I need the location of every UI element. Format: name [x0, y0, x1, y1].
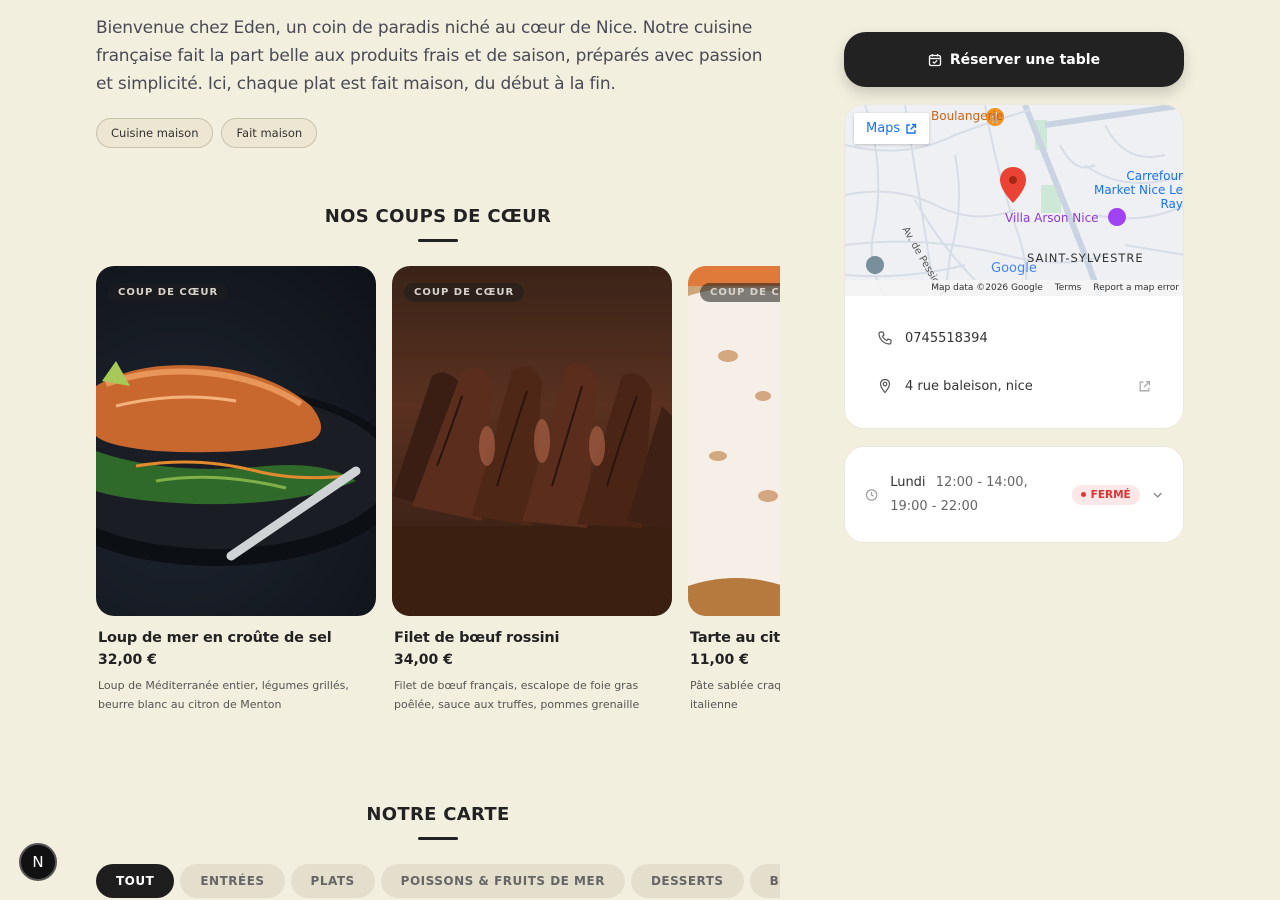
dish-name: Filet de bœuf rossini — [394, 630, 560, 646]
dish-card-tarte[interactable]: COUP DE CŒUR Tarte au citron 11,00 € Pât… — [688, 266, 780, 714]
dish-image-tarte: COUP DE CŒUR — [688, 266, 780, 616]
sidebar: Réserver une table 🍴 Maps Boulangerie Ca… — [844, 32, 1184, 543]
tag-cuisine-maison: Cuisine maison — [96, 118, 214, 148]
open-in-maps-button[interactable]: Maps — [854, 113, 930, 144]
carte-title-rule — [418, 837, 458, 840]
filter-tout[interactable]: TOUT — [96, 864, 175, 898]
map-label-carrefour: Carrefour Market Nice Le Ray — [1093, 169, 1183, 211]
favorite-badge: COUP DE CŒUR — [700, 283, 780, 302]
clock-icon — [865, 488, 878, 501]
dish-price: 32,00 € — [98, 652, 157, 668]
address-row[interactable]: 4 rue baleison, nice — [845, 362, 1183, 410]
address-text: 4 rue baleison, nice — [905, 378, 1033, 394]
dish-image-filet: COUP DE CŒUR — [392, 266, 672, 616]
intro-text: Bienvenue chez Eden, un coin de paradis … — [96, 18, 763, 94]
dish-image-loup: COUP DE CŒUR — [96, 266, 376, 616]
dish-price: 34,00 € — [394, 652, 453, 668]
carte-title: NOTRE CARTE — [366, 804, 510, 825]
dish-name: Tarte au citron — [690, 630, 780, 646]
tag-list: Cuisine maison Fait maison — [96, 118, 780, 148]
dish-card-filet[interactable]: COUP DE CŒUR Filet de bœuf rossini 34,00… — [392, 266, 672, 714]
map-embed[interactable]: 🍴 Maps Boulangerie Carrefour Market Nice… — [845, 105, 1183, 296]
reserve-label: Réserver une table — [949, 51, 1101, 68]
map-report-link[interactable]: Report a map error — [1093, 283, 1179, 293]
filter-plats[interactable]: PLATS — [290, 864, 375, 898]
favorite-badge: COUP DE CŒUR — [404, 283, 525, 302]
favorites-carousel[interactable]: COUP DE CŒUR Loup de mer en croûte de se… — [96, 266, 780, 736]
map-label-villa-arson: Villa Arson Nice — [1005, 211, 1099, 225]
dish-price: 11,00 € — [690, 652, 749, 668]
map-terms-link[interactable]: Terms — [1055, 283, 1082, 293]
calendar-icon — [928, 53, 942, 66]
map-footer: Map data ©2026 Google Terms Report a map… — [845, 280, 1183, 296]
favorites-title: NOS COUPS DE CŒUR — [324, 206, 552, 227]
opening-hours-card[interactable]: Lundi 12:00 - 14:00, 19:00 - 22:00 FERMÉ — [844, 446, 1184, 543]
map-label-bakery: Boulangerie — [931, 109, 1004, 123]
location-pin-icon — [879, 378, 891, 394]
dish-name: Loup de mer en croûte de sel — [98, 630, 332, 646]
hours-text: Lundi 12:00 - 14:00, 19:00 - 22:00 — [890, 471, 1059, 519]
dish-card-loup[interactable]: COUP DE CŒUR Loup de mer en croûte de se… — [96, 266, 376, 714]
dish-description: Filet de bœuf français, escalope de foie… — [394, 679, 640, 711]
hours-day: Lundi — [890, 474, 926, 490]
dish-description: Loup de Méditerranée entier, légumes gri… — [98, 679, 349, 711]
favorites-header: NOS COUPS DE CŒUR — [96, 206, 780, 242]
carte-header: NOTRE CARTE — [96, 804, 780, 840]
tag-fait-maison: Fait maison — [221, 118, 318, 148]
filter-boissons[interactable]: BOISSONS — [749, 864, 780, 898]
map-data-credit: Map data ©2026 Google — [931, 283, 1043, 293]
phone-row[interactable]: 0745518394 — [845, 314, 1183, 362]
phone-number: 0745518394 — [905, 330, 988, 346]
favorite-badge: COUP DE CŒUR — [108, 283, 229, 302]
google-logo: Google — [991, 261, 1037, 276]
phone-icon — [878, 331, 892, 345]
filter-poissons[interactable]: POISSONS & FRUITS DE MER — [380, 864, 625, 898]
main-content: Bienvenue chez Eden, un coin de paradis … — [96, 0, 780, 900]
tarte-illustration — [688, 266, 780, 616]
external-link-icon — [906, 123, 917, 134]
chevron-down-icon[interactable] — [1152, 489, 1163, 501]
filter-desserts[interactable]: DESSERTS — [630, 864, 744, 898]
maps-label: Maps — [866, 121, 901, 136]
beef-illustration — [392, 363, 672, 616]
external-link-icon[interactable] — [1138, 380, 1151, 393]
dish-description: Pâte sablée craquante, crème citron, mer… — [690, 679, 780, 711]
filter-entrees[interactable]: ENTRÉES — [180, 864, 285, 898]
favorites-title-rule — [418, 239, 458, 242]
salmon-plate-illustration — [96, 361, 376, 566]
status-badge: FERMÉ — [1071, 484, 1140, 505]
reserve-button[interactable]: Réserver une table — [844, 32, 1184, 87]
menu-filter-tabs: TOUT ENTRÉES PLATS POISSONS & FRUITS DE … — [96, 864, 780, 898]
map-label-district: SAINT-SYLVESTRE — [1027, 251, 1144, 265]
contact-card: 🍴 Maps Boulangerie Carrefour Market Nice… — [844, 104, 1184, 429]
nextjs-dev-badge[interactable]: N — [19, 843, 57, 881]
